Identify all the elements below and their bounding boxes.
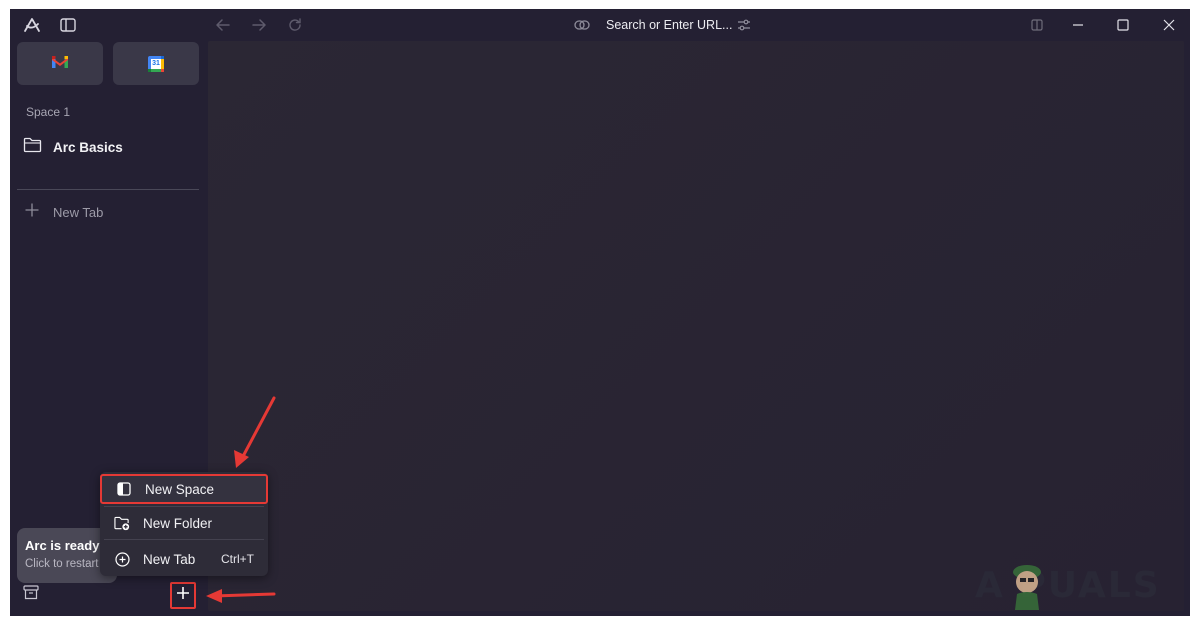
sidebar-new-tab[interactable]: New Tab: [25, 202, 103, 222]
calendar-icon: 31: [148, 55, 164, 72]
gmail-icon: [52, 55, 68, 73]
space-name: Space 1: [26, 105, 71, 119]
menu-separator: [104, 539, 264, 540]
sidebar-panel-icon: [116, 481, 132, 497]
menu-item-shortcut: Ctrl+T: [221, 552, 254, 566]
folder-arc-basics[interactable]: Arc Basics: [23, 136, 123, 158]
new-folder-icon: [114, 515, 130, 531]
favorite-calendar[interactable]: 31: [113, 42, 199, 85]
minimize-icon[interactable]: [1067, 14, 1089, 36]
new-tab-label: New Tab: [53, 204, 104, 220]
arc-logo-icon[interactable]: [21, 14, 43, 36]
plus-icon: [25, 203, 39, 222]
menu-item-label: New Tab: [143, 551, 196, 567]
menu-item-new-folder[interactable]: New Folder: [100, 508, 268, 538]
menu-item-label: New Folder: [143, 515, 213, 531]
close-icon[interactable]: [1158, 14, 1180, 36]
menu-item-new-space[interactable]: New Space: [100, 474, 268, 504]
plus-icon: [176, 586, 190, 605]
folder-label: Arc Basics: [53, 139, 123, 155]
update-subtitle: Click to restart: [25, 558, 99, 570]
folder-icon: [23, 137, 42, 158]
calendar-badge: 31: [152, 59, 160, 67]
link-icon[interactable]: [571, 14, 593, 36]
address-bar-text: Search or Enter URL...: [606, 18, 733, 32]
new-item-button[interactable]: [170, 582, 196, 609]
watermark-text: A PUALS: [975, 564, 1161, 606]
site-controls-icon[interactable]: [733, 14, 755, 36]
menu-separator: [104, 506, 264, 507]
new-item-menu: New Space New Folder New Tab Ctrl+T: [100, 472, 268, 576]
maximize-icon[interactable]: [1112, 14, 1134, 36]
back-icon[interactable]: [212, 14, 234, 36]
web-content-area: [208, 41, 1184, 611]
title-bar: Search or Enter URL...: [10, 9, 1190, 41]
circle-plus-icon: [114, 551, 130, 567]
archive-icon[interactable]: [23, 585, 39, 605]
update-title: Arc is ready: [25, 538, 100, 553]
forward-icon[interactable]: [248, 14, 270, 36]
reload-icon[interactable]: [284, 14, 306, 36]
watermark: A PUALS: [975, 560, 1161, 610]
toggle-sidebar-icon[interactable]: [57, 14, 79, 36]
split-view-icon[interactable]: [1026, 14, 1048, 36]
watermark-mascot-icon: [1005, 560, 1049, 610]
sidebar-divider: [17, 189, 199, 190]
menu-item-new-tab[interactable]: New Tab Ctrl+T: [100, 544, 268, 574]
menu-item-label: New Space: [145, 481, 215, 497]
favorite-gmail[interactable]: [17, 42, 103, 85]
